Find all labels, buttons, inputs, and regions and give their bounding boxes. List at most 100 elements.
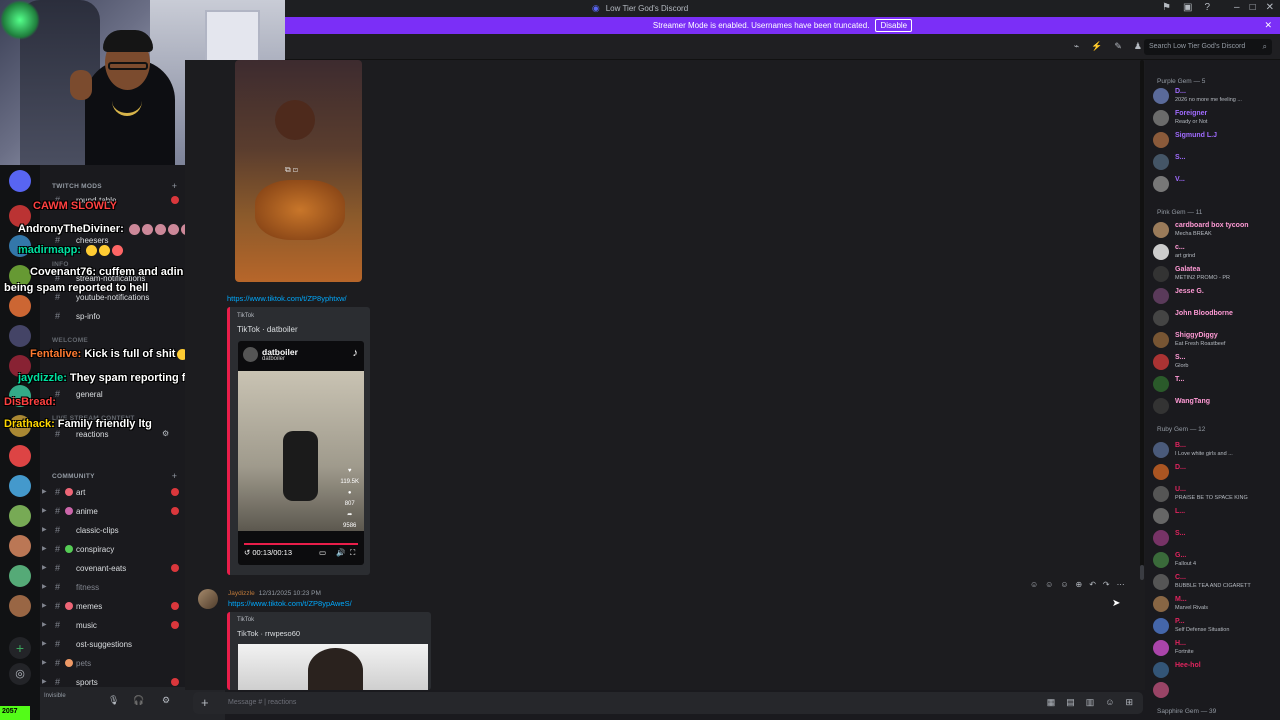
channel-item[interactable]: ▶ # art [40,485,185,501]
captions-icon[interactable]: ▭ [319,548,326,557]
member-item[interactable]: cardboard box tycoon Mecha BREAK [1153,220,1278,240]
forward-icon[interactable]: ↷ [1103,580,1110,594]
member-item[interactable]: Foreigner Ready or Not [1153,108,1278,128]
fullscreen-icon[interactable]: ⛶ [350,548,355,558]
channel-item[interactable]: ▶ # anime [40,504,185,520]
member-item[interactable]: U... PRAISE BE TO SPACE KING [1153,484,1278,504]
headphones-icon[interactable]: 🎧 [133,695,144,706]
reaction-icon[interactable]: ☺ [1045,580,1053,594]
message-input[interactable]: + Message # | reactions ▦ ▤ ▥ ☺ ⊞ [193,692,1143,714]
server-icon[interactable] [9,535,31,557]
channel-item[interactable]: ▶ # fitness [40,580,185,596]
member-item[interactable]: M... Marvel Rivals [1153,594,1278,614]
member-item[interactable]: T... [1153,374,1278,394]
avatar [1153,288,1169,304]
member-item[interactable]: John Bloodborne [1153,308,1278,328]
close-window-button[interactable]: ✕ [1266,2,1274,13]
avatar[interactable] [198,589,218,609]
channel-item[interactable]: ▶ # ost-suggestions [40,637,185,653]
message-link[interactable]: https://www.tiktok.com/t/ZP8yphtxw/ [227,294,347,303]
notification-bell-icon[interactable]: ⚡ [1091,41,1102,52]
channel-item[interactable]: ▶ # music [40,618,185,634]
channel-item[interactable]: ▶ # covenant-eats [40,561,185,577]
search-input[interactable]: Search Low Tier God's Discord ⌕ [1144,39,1272,55]
threads-icon[interactable]: ⌁ [1074,41,1079,52]
reply-icon[interactable]: ↶ [1089,580,1096,594]
channel-item[interactable]: ▶ # memes [40,599,185,615]
member-item[interactable]: c... art grind [1153,242,1278,262]
add-reaction-icon[interactable]: ⊕ [1076,580,1083,594]
category-community[interactable]: COMMUNITY [52,473,95,480]
channel-item[interactable]: ▶ # conspiracy [40,542,185,558]
video-progress-bar[interactable] [244,543,358,545]
help-icon[interactable]: ? [1204,2,1210,13]
member-item[interactable]: D... [1153,462,1278,482]
banner-close-icon[interactable]: ✕ [1264,20,1272,31]
apps-icon[interactable]: ⊞ [1125,697,1133,708]
member-item[interactable]: WangTang [1153,396,1278,416]
hash-icon: # [55,563,61,573]
image-attachment[interactable]: ⧉ ⊡ [235,60,362,282]
member-item[interactable]: S... [1153,528,1278,548]
member-item[interactable]: Hee-hol [1153,660,1278,680]
member-item[interactable]: B... I Love white girls and ... [1153,440,1278,460]
member-item[interactable]: H... Fortnite [1153,638,1278,658]
member-item[interactable]: D... 2026 no more me feeling ... [1153,86,1278,106]
server-icon[interactable] [9,505,31,527]
minimize-button[interactable]: – [1234,2,1240,13]
member-item[interactable]: Galatea METIN2 PROMO - PR [1153,264,1278,284]
tiktok-handle: datboiler [262,356,286,362]
scrollbar[interactable] [1140,60,1144,580]
reaction-icon[interactable]: ☺ [1060,580,1068,594]
video-thumbnail[interactable] [238,644,428,690]
tiktok-embed: TikTok TikTok · rrwpeso60 [227,612,431,690]
reaction-icon[interactable]: ☺ [1030,580,1038,594]
emoji-icon[interactable]: ☺ [1105,697,1114,708]
gif-icon[interactable]: ▤ [1066,697,1075,708]
server-icon[interactable] [9,565,31,587]
add-server-icon[interactable]: + [9,637,31,659]
scrollbar-thumb[interactable] [1140,565,1144,580]
image-actions-icon[interactable]: ⧉ ⊡ [285,165,298,175]
channel-item[interactable]: ▶ # classic-clips [40,523,185,539]
member-item[interactable] [1153,680,1278,700]
embed-title[interactable]: TikTok · datboiler [237,325,298,334]
monitor-icon[interactable]: ▣ [1183,2,1192,13]
member-item[interactable]: V... [1153,174,1278,194]
member-item[interactable]: ShiggyDiggy Eat Fresh Roastbeef [1153,330,1278,350]
member-item[interactable]: Sigmund L.J [1153,130,1278,150]
chevron-right-icon: ▶ [42,565,47,571]
member-item[interactable]: S... Glorb [1153,352,1278,372]
message-author[interactable]: Jaydizzle [228,590,255,597]
server-icon[interactable] [9,475,31,497]
channel-item[interactable]: ▶ # pets [40,656,185,672]
more-options-icon[interactable]: ⋯ [1117,580,1125,594]
member-name: M... [1175,596,1187,603]
disable-streamer-mode-button[interactable]: Disable [875,19,913,32]
member-item[interactable]: G... Fallout 4 [1153,550,1278,570]
member-item[interactable]: S... [1153,152,1278,172]
member-status: I Love white girls and ... [1175,451,1233,457]
member-item[interactable]: P... Self Defense Situation [1153,616,1278,636]
member-item[interactable]: Jesse G. [1153,286,1278,306]
embed-title[interactable]: TikTok · rrwpeso60 [237,629,300,638]
tiktok-video-player[interactable]: datboiler datboiler ♪ ♥ 119.5K ● 807 ➦ 9… [238,341,364,565]
inbox-icon[interactable]: ⚑ [1162,2,1171,13]
avatar [1153,464,1169,480]
replay-icon[interactable]: ↺ [244,548,250,557]
gift-icon[interactable]: ▦ [1047,697,1056,708]
pin-icon[interactable]: ✎ [1114,41,1122,52]
message-link[interactable]: https://www.tiktok.com/t/ZP8ypAweS/ [228,599,352,608]
user-settings-icon[interactable]: ⚙ [162,695,170,706]
explore-icon[interactable]: ◎ [9,663,31,685]
maximize-button[interactable]: □ [1250,2,1256,13]
add-channel-icon[interactable]: + [172,471,177,481]
volume-icon[interactable]: 🔊 [336,548,345,557]
server-icon[interactable] [9,595,31,617]
member-list-icon[interactable]: ♟ [1134,41,1142,52]
member-item[interactable]: C... BUBBLE TEA AND CIGARETT [1153,572,1278,592]
microphone-icon[interactable]: 🎙 [108,695,119,706]
upload-plus-icon[interactable]: + [201,695,209,710]
member-item[interactable]: L... [1153,506,1278,526]
sticker-icon[interactable]: ▥ [1086,697,1095,708]
